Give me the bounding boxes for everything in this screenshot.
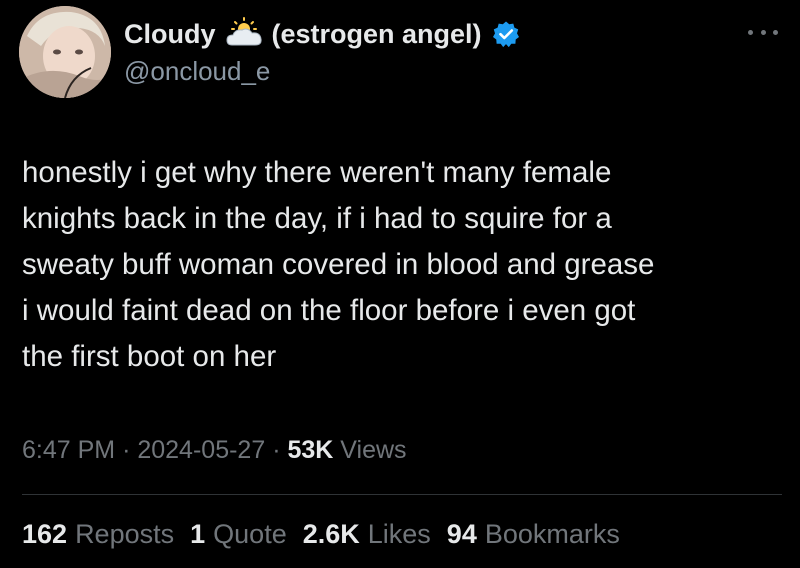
- engagement-stats: 162 Reposts 1 Quote 2.6K Likes 94 Bookma…: [22, 519, 620, 550]
- reposts-count: 162: [22, 519, 68, 549]
- author-handle[interactable]: @oncloud_e: [124, 56, 270, 87]
- meta-separator: ·: [122, 436, 131, 464]
- more-dot: [748, 29, 753, 35]
- avatar[interactable]: [19, 6, 111, 98]
- more-options-icon[interactable]: [748, 22, 778, 42]
- views-label: Views: [340, 436, 407, 464]
- quotes-stat[interactable]: 1 Quote: [190, 519, 287, 550]
- sun-behind-cloud-icon: [224, 17, 264, 51]
- likes-count: 2.6K: [302, 519, 360, 549]
- more-dot: [760, 29, 766, 35]
- author-name-row[interactable]: Cloudy (estrogen angel): [124, 14, 520, 54]
- display-name-end[interactable]: (estrogen angel): [272, 19, 482, 50]
- reposts-label: Reposts: [75, 519, 175, 549]
- tweet-date[interactable]: 2024-05-27: [137, 436, 265, 464]
- likes-stat[interactable]: 2.6K Likes: [303, 519, 431, 550]
- bookmarks-count: 94: [446, 519, 477, 549]
- tweet-meta: 6:47 PM · 2024-05-27 · 53K Views: [22, 436, 407, 465]
- divider: [22, 494, 782, 495]
- reposts-stat[interactable]: 162 Reposts: [22, 519, 174, 550]
- meta-separator: ·: [272, 436, 281, 464]
- tweet: Cloudy (estrogen angel) @oncloud_e hones…: [0, 0, 800, 568]
- avatar-image: [19, 6, 111, 98]
- bookmarks-stat[interactable]: 94 Bookmarks: [447, 519, 620, 550]
- quotes-label: Quote: [213, 519, 287, 549]
- likes-label: Likes: [367, 519, 431, 549]
- tweet-time[interactable]: 6:47 PM: [22, 436, 115, 464]
- bookmarks-label: Bookmarks: [484, 519, 620, 549]
- more-dot: [773, 29, 778, 35]
- verified-badge-icon[interactable]: [492, 20, 520, 48]
- tweet-text: honestly i get why there weren't many fe…: [22, 156, 655, 373]
- quotes-count: 1: [190, 519, 206, 549]
- views-count: 53K: [287, 436, 334, 464]
- display-name-start[interactable]: Cloudy: [124, 19, 216, 50]
